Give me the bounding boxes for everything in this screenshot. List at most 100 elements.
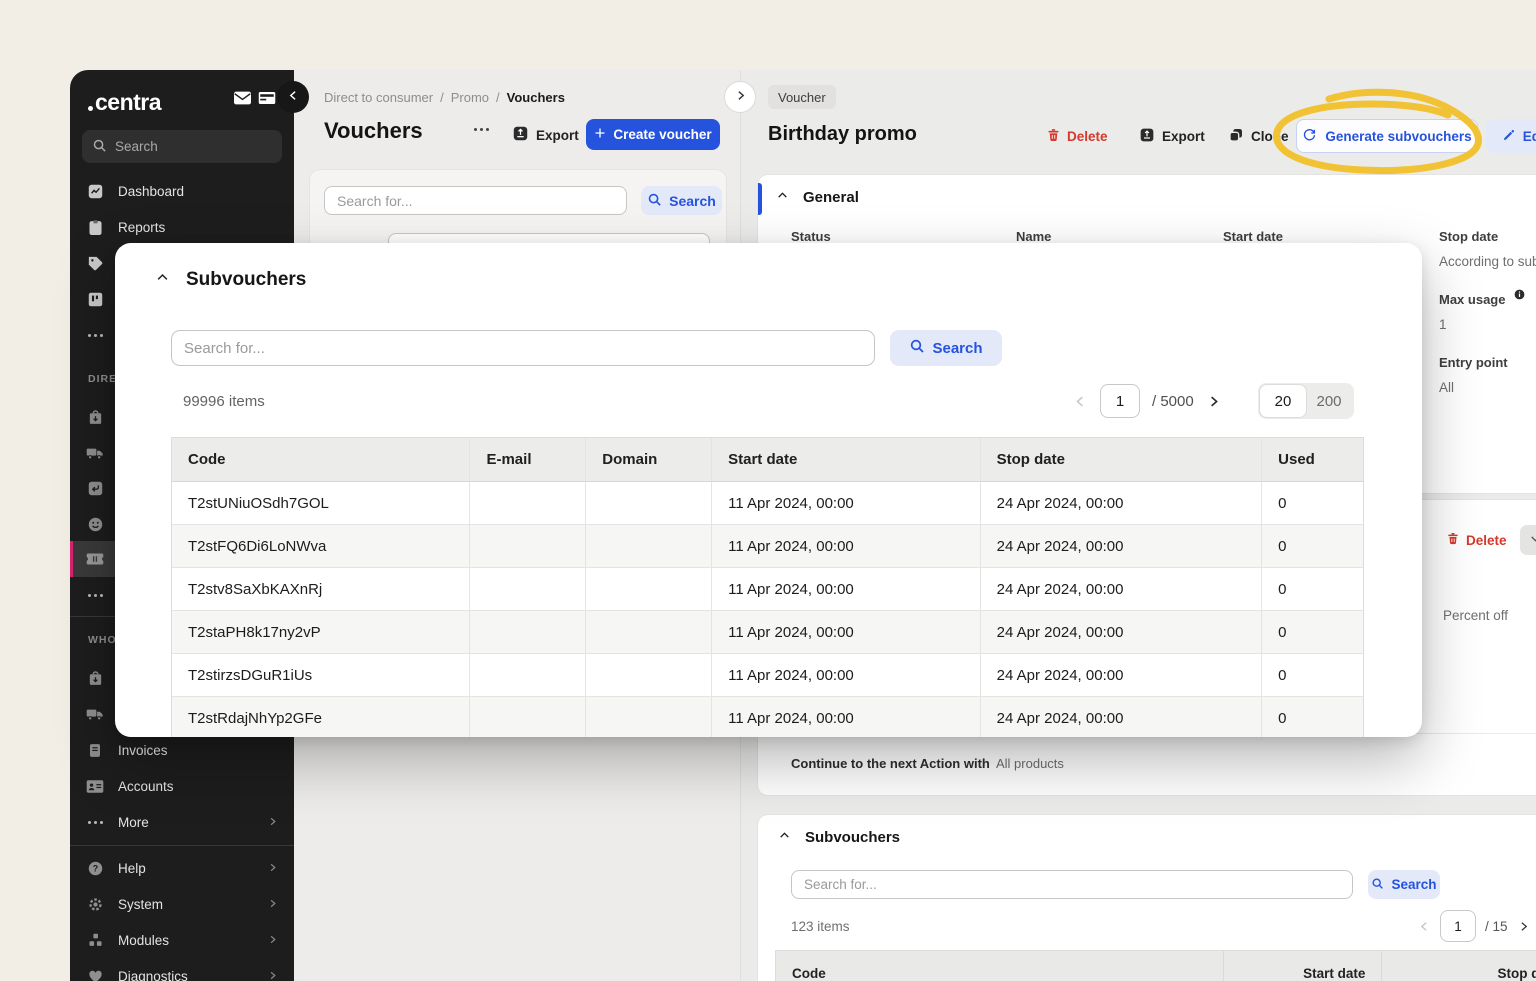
- chevron-up-icon: [776, 189, 789, 206]
- sidebar-item-modules[interactable]: Modules: [70, 922, 294, 958]
- export-label: Export: [536, 128, 579, 143]
- sidebar-item-dashboard[interactable]: Dashboard: [70, 173, 294, 209]
- generate-subvouchers-label: Generate subvouchers: [1325, 129, 1471, 144]
- ellipsis-icon: [86, 326, 104, 344]
- sidebar-item-accounts[interactable]: Accounts: [70, 768, 294, 804]
- sidebar-item-reports[interactable]: Reports: [70, 209, 294, 245]
- table-row[interactable]: T2stRdajNhYp2GFe11 Apr 2024, 00:0024 Apr…: [172, 697, 1363, 737]
- chevron-right-icon: [267, 815, 278, 830]
- modal-pager: / 5000: [1073, 384, 1221, 418]
- truck-icon: [86, 705, 104, 723]
- vouchers-search-input[interactable]: [324, 186, 627, 215]
- create-voucher-label: Create voucher: [613, 127, 711, 142]
- action-delete-button[interactable]: Delete: [1446, 531, 1507, 549]
- subvouchers-card: Subvouchers Search 123 items / 15 Code S…: [758, 815, 1536, 981]
- more-actions-button[interactable]: [474, 128, 489, 131]
- invoice-icon: [86, 741, 104, 759]
- status-label: Status: [791, 229, 831, 244]
- sidebar-search-input[interactable]: Search: [82, 130, 282, 163]
- screenshot-root: centra Search Dashboard Reports: [0, 0, 1536, 981]
- breadcrumb-vouchers: Vouchers: [507, 90, 565, 105]
- clone-button[interactable]: Clone: [1228, 127, 1289, 146]
- delete-button[interactable]: Delete: [1046, 127, 1108, 146]
- breadcrumb-direct-to-consumer[interactable]: Direct to consumer: [324, 90, 433, 105]
- modal-page-number-input[interactable]: [1100, 384, 1140, 418]
- table-row[interactable]: T2stFQ6Di6LoNWva11 Apr 2024, 00:0024 Apr…: [172, 525, 1363, 568]
- vouchers-search-button[interactable]: Search: [641, 186, 722, 215]
- collapse-action-button[interactable]: [1520, 525, 1536, 555]
- generate-subvouchers-button[interactable]: Generate subvouchers: [1296, 119, 1478, 153]
- delete-label: Delete: [1067, 129, 1108, 144]
- export-button[interactable]: Export: [1139, 127, 1205, 146]
- voucher-ticket-icon: [86, 550, 104, 568]
- search-label: Search: [932, 340, 982, 357]
- orders-bag-icon: [86, 669, 104, 687]
- subvouchers-search-input[interactable]: [791, 870, 1353, 899]
- modal-page-total: / 5000: [1152, 393, 1194, 410]
- column-code: Code: [776, 966, 1223, 981]
- reports-icon: [86, 218, 104, 236]
- subvouchers-section-header[interactable]: Subvouchers: [778, 829, 900, 846]
- chevron-down-icon: [1529, 532, 1536, 548]
- return-arrow-icon: [86, 479, 104, 497]
- export-button[interactable]: Export: [512, 123, 579, 147]
- sidebar-item-diagnostics[interactable]: Diagnostics: [70, 958, 294, 981]
- heart-icon: [86, 967, 104, 981]
- refresh-icon: [1302, 127, 1317, 145]
- modal-search-input[interactable]: [171, 330, 875, 366]
- info-icon[interactable]: [1513, 288, 1526, 306]
- export-icon: [1139, 127, 1155, 146]
- collapse-sidebar-button[interactable]: [277, 81, 309, 113]
- pager-next-icon[interactable]: [1206, 394, 1221, 409]
- sidebar-item-label: More: [118, 815, 149, 830]
- items-count: 123 items: [791, 919, 850, 934]
- pager-prev-icon[interactable]: [1073, 394, 1088, 409]
- column-stop-date: Stop date: [981, 438, 1263, 481]
- expand-panel-button[interactable]: [724, 81, 756, 113]
- subvouchers-table: Code E-mail Domain Start date Stop date …: [171, 437, 1364, 737]
- table-row[interactable]: T2stUNiuOSdh7GOL11 Apr 2024, 00:0024 Apr…: [172, 482, 1363, 525]
- chevron-left-icon: [287, 89, 300, 105]
- edit-label: Edit: [1523, 129, 1536, 144]
- column-domain: Domain: [586, 438, 712, 481]
- column-used: Used: [1262, 438, 1363, 481]
- edit-button[interactable]: Edit: [1486, 119, 1536, 153]
- entry-point-label: Entry point: [1439, 355, 1508, 370]
- entry-point-value: All: [1439, 380, 1454, 395]
- tag-icon: [86, 254, 104, 272]
- chevron-right-icon: [267, 969, 278, 981]
- pencil-icon: [1502, 128, 1516, 145]
- sidebar-item-label: Modules: [118, 933, 169, 948]
- table-row[interactable]: T2stirzsDGuR1iUs11 Apr 2024, 00:0024 Apr…: [172, 654, 1363, 697]
- page-number-input[interactable]: [1440, 910, 1476, 942]
- sidebar-item-system[interactable]: System: [70, 886, 294, 922]
- modal-header[interactable]: Subvouchers: [155, 269, 306, 291]
- page-size-200[interactable]: 200: [1306, 385, 1352, 417]
- billing-card-icon[interactable]: [258, 91, 276, 105]
- mail-icon[interactable]: [234, 91, 251, 105]
- table-row[interactable]: T2staPH8k17ny2vP11 Apr 2024, 00:0024 Apr…: [172, 611, 1363, 654]
- table-row[interactable]: T2stv8SaXbKAXnRj11 Apr 2024, 00:0024 Apr…: [172, 568, 1363, 611]
- subvouchers-table-header: Code Start date Stop date: [775, 950, 1536, 981]
- section-label-direct-to-consumer: DIRE: [88, 373, 117, 385]
- pager-next-icon[interactable]: [1517, 920, 1530, 933]
- modal-search-button[interactable]: Search: [890, 330, 1002, 366]
- breadcrumb-promo[interactable]: Promo: [451, 90, 489, 105]
- chevron-right-icon: [267, 861, 278, 876]
- create-voucher-button[interactable]: Create voucher: [586, 119, 720, 150]
- sidebar-item-invoices[interactable]: Invoices: [70, 732, 294, 768]
- pager-prev-icon[interactable]: [1418, 920, 1431, 933]
- truck-icon: [86, 444, 104, 462]
- breadcrumb: Direct to consumer / Promo / Vouchers: [324, 90, 565, 105]
- logo-text: centra: [95, 89, 161, 116]
- general-section-header[interactable]: General: [776, 189, 859, 206]
- search-label: Search: [1391, 877, 1436, 892]
- orders-bag-icon: [86, 408, 104, 426]
- export-label: Export: [1162, 129, 1205, 144]
- sidebar-item-more-wholesale[interactable]: More: [70, 804, 294, 840]
- smiley-icon: [86, 515, 104, 533]
- search-icon: [92, 138, 107, 156]
- subvouchers-search-button[interactable]: Search: [1368, 870, 1440, 899]
- page-size-20[interactable]: 20: [1260, 385, 1306, 417]
- sidebar-item-help[interactable]: ? Help: [70, 850, 294, 886]
